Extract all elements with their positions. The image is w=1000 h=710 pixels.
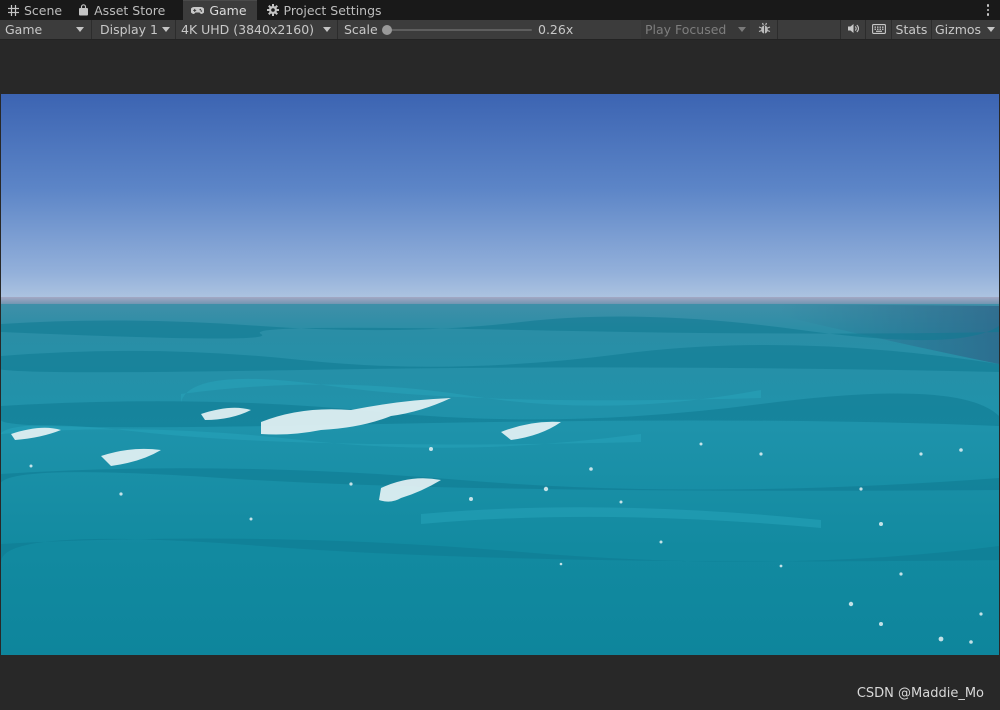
tab-scene[interactable]: Scene xyxy=(0,0,72,20)
game-render-image[interactable] xyxy=(1,94,999,655)
stats-label: Stats xyxy=(895,22,928,37)
gizmos-label: Gizmos xyxy=(935,22,982,37)
tab-project-settings[interactable]: Project Settings xyxy=(257,0,392,20)
gear-icon xyxy=(266,4,279,16)
keyboard-icon xyxy=(871,22,886,37)
scale-label: Scale xyxy=(344,22,378,37)
chevron-down-icon xyxy=(76,27,84,32)
chevron-down-icon xyxy=(162,27,170,32)
watermark-text: CSDN @Maddie_Mo xyxy=(856,686,984,701)
chevron-down-icon xyxy=(738,27,746,32)
scale-slider-track[interactable] xyxy=(384,29,532,31)
resolution-label: 4K UHD (3840x2160) xyxy=(181,22,315,37)
play-mode-label: Play Focused xyxy=(645,22,727,37)
resolution-dropdown[interactable]: 4K UHD (3840x2160) xyxy=(176,20,338,39)
tab-label: Asset Store xyxy=(94,2,166,18)
editor-tab-bar: Scene Asset Store Game Project Settings xyxy=(0,0,1000,20)
view-type-label: Game xyxy=(5,22,43,37)
unity-editor-window: Scene Asset Store Game Project Settings … xyxy=(0,0,1000,710)
play-mode-dropdown[interactable]: Play Focused xyxy=(641,20,750,39)
tab-label: Project Settings xyxy=(283,2,382,18)
view-type-dropdown[interactable]: Game xyxy=(0,20,92,39)
keyboard-shortcuts-button[interactable] xyxy=(865,20,891,39)
game-viewport[interactable]: CSDN @Maddie_Mo xyxy=(0,41,1000,710)
tab-game[interactable]: Game xyxy=(183,0,257,20)
game-view-toolbar: Game Display 1 4K UHD (3840x2160) Scale … xyxy=(0,20,1000,40)
scale-slider-handle[interactable] xyxy=(382,25,392,35)
gizmos-dropdown[interactable]: Gizmos xyxy=(931,20,1000,39)
bug-icon xyxy=(758,22,771,38)
tab-label: Game xyxy=(209,3,247,18)
display-dropdown[interactable]: Display 1 xyxy=(92,20,176,39)
scale-value: 0.26x xyxy=(538,22,574,37)
mute-audio-button[interactable] xyxy=(840,20,865,39)
chevron-down-icon xyxy=(323,27,331,32)
tab-asset-store[interactable]: Asset Store xyxy=(72,0,175,20)
chevron-down-icon xyxy=(987,27,995,32)
toolbar-spacer xyxy=(777,20,840,39)
display-label: Display 1 xyxy=(100,22,159,37)
gamepad-icon xyxy=(191,6,205,15)
tab-label: Scene xyxy=(24,2,63,18)
debug-button[interactable] xyxy=(751,20,777,39)
more-options-icon[interactable] xyxy=(984,2,992,18)
speaker-icon xyxy=(847,22,860,37)
stats-button[interactable]: Stats xyxy=(891,20,931,39)
grid-icon xyxy=(8,4,19,16)
shopping-bag-icon xyxy=(78,4,89,16)
